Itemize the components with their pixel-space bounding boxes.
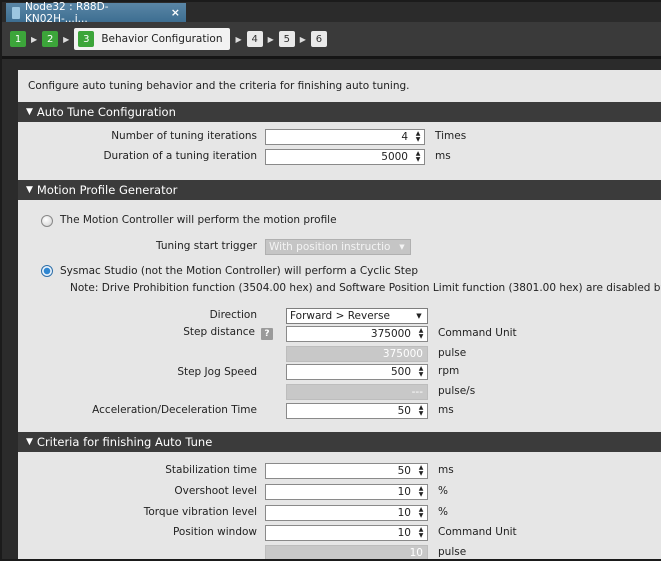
direction-value: Forward > Reverse [290,310,390,322]
accel-time-label: Acceleration/Deceleration Time [92,404,257,416]
collapse-triangle-icon: ▼ [26,107,33,117]
duration-label: Duration of a tuning iteration [103,150,257,162]
overshoot-unit: % [438,485,448,497]
spinner-arrows-icon[interactable]: ▲ ▼ [412,130,424,144]
overshoot-value: 10 [397,486,411,498]
stabilization-label: Stabilization time [165,464,257,476]
step-distance-pulse-unit: pulse [438,347,467,359]
chevron-right-icon: ▶ [31,34,38,44]
torque-vibration-unit: % [438,506,448,518]
step-4[interactable]: 4 [246,31,263,47]
position-window-stepper[interactable]: 10 ▲ ▼ [265,525,428,541]
spinner-arrows-icon[interactable]: ▲ ▼ [415,526,427,540]
step-6[interactable]: 6 [310,31,327,47]
accel-time-stepper[interactable]: 50 ▲ ▼ [286,403,428,419]
iterations-unit: Times [435,130,467,142]
document-icon [12,6,20,19]
section-motion-profile-generator[interactable]: ▼ Motion Profile Generator [18,180,661,200]
position-window-unit: Command Unit [438,526,517,538]
dropdown-arrow-icon: ▼ [399,243,405,251]
direction-select[interactable]: Forward > Reverse ▼ [286,308,428,324]
iterations-label: Number of tuning iterations [111,130,257,142]
jog-speed-stepper[interactable]: 500 ▲ ▼ [286,364,428,380]
chevron-right-icon: ▶ [267,34,274,44]
spinner-arrows-icon[interactable]: ▲ ▼ [415,365,427,379]
step-distance-value: 375000 [370,328,411,340]
radio-sysmac-studio-label: Sysmac Studio (not the Motion Controller… [60,265,418,277]
chevron-right-icon: ▶ [299,34,306,44]
iterations-stepper[interactable]: 4 ▲ ▼ [265,129,425,145]
direction-label: Direction [209,309,257,321]
section-criteria-finishing[interactable]: ▼ Criteria for finishing Auto Tune [18,432,661,452]
spinner-arrows-icon[interactable]: ▲ ▼ [415,485,427,499]
tab-title: Node32 : R88D-KN02H-...i... [24,0,109,25]
radio-motion-controller[interactable] [41,215,53,227]
step-5[interactable]: 5 [278,31,295,47]
overshoot-stepper[interactable]: 10 ▲ ▼ [265,484,428,500]
step-distance-pulse-field: 375000 [286,346,428,362]
duration-stepper[interactable]: 5000 ▲ ▼ [265,149,425,165]
tuning-trigger-value: With position instructio [269,241,391,253]
tab-bar: Node32 : R88D-KN02H-...i... × [2,0,661,25]
step-distance-unit: Command Unit [438,327,517,339]
stabilization-value: 50 [397,465,411,477]
accel-time-value: 50 [397,405,411,417]
position-window-pulse-unit: pulse [438,546,467,558]
chevron-right-icon: ▶ [235,34,242,44]
close-icon[interactable]: × [171,6,180,19]
spinner-arrows-icon[interactable]: ▲ ▼ [415,506,427,520]
torque-vibration-stepper[interactable]: 10 ▲ ▼ [265,505,428,521]
jog-speed-value: 500 [390,366,411,378]
step-1[interactable]: 1 [10,31,26,47]
position-window-label: Position window [172,526,257,538]
chevron-right-icon: ▶ [63,34,70,44]
stabilization-stepper[interactable]: 50 ▲ ▼ [265,463,428,479]
accel-time-unit: ms [438,404,454,416]
stabilization-unit: ms [438,464,454,476]
torque-vibration-value: 10 [397,507,411,519]
page-description: Configure auto tuning behavior and the c… [28,80,410,92]
jog-speed-pulse-field: --- [286,384,428,400]
step-distance-label: Step distance [183,326,255,338]
jog-speed-label: Step Jog Speed [177,366,257,378]
behavior-configuration-panel: Configure auto tuning behavior and the c… [18,70,661,559]
wizard-steps: 1 ▶ 2 ▶ 3 Behavior Configuration ▶ 4 ▶ 5… [2,22,661,59]
iterations-value: 4 [401,131,408,143]
help-icon[interactable]: ? [261,328,273,340]
spinner-arrows-icon[interactable]: ▲ ▼ [415,404,427,418]
section-auto-tune-configuration[interactable]: ▼ Auto Tune Configuration [18,102,661,122]
overshoot-label: Overshoot level [174,485,257,497]
jog-speed-unit: rpm [438,365,460,377]
collapse-triangle-icon: ▼ [26,185,33,195]
drive-prohibition-note: Note: Drive Prohibition function (3504.0… [70,282,661,294]
duration-unit: ms [435,150,451,162]
tuning-trigger-label: Tuning start trigger [156,240,257,252]
step-2[interactable]: 2 [42,31,59,47]
collapse-triangle-icon: ▼ [26,437,33,447]
step-distance-stepper[interactable]: 375000 ▲ ▼ [286,326,428,342]
step-3-current[interactable]: 3 Behavior Configuration [74,28,231,50]
spinner-arrows-icon[interactable]: ▲ ▼ [412,150,424,164]
step-current-label: Behavior Configuration [101,33,223,45]
position-window-pulse-field: 10 [265,545,428,559]
tuning-trigger-select[interactable]: With position instructio ▼ [265,239,411,255]
duration-value: 5000 [381,151,408,163]
spinner-arrows-icon[interactable]: ▲ ▼ [415,327,427,341]
jog-speed-pulse-unit: pulse/s [438,385,476,397]
radio-motion-controller-label: The Motion Controller will perform the m… [60,214,337,226]
position-window-value: 10 [397,527,411,539]
spinner-arrows-icon[interactable]: ▲ ▼ [415,464,427,478]
dropdown-arrow-icon: ▼ [416,312,422,320]
radio-sysmac-studio[interactable] [41,265,53,277]
torque-vibration-label: Torque vibration level [143,506,257,518]
tab-node32[interactable]: Node32 : R88D-KN02H-...i... × [6,0,186,25]
editor-window: Node32 : R88D-KN02H-...i... × 1 ▶ 2 ▶ 3 … [0,0,661,561]
